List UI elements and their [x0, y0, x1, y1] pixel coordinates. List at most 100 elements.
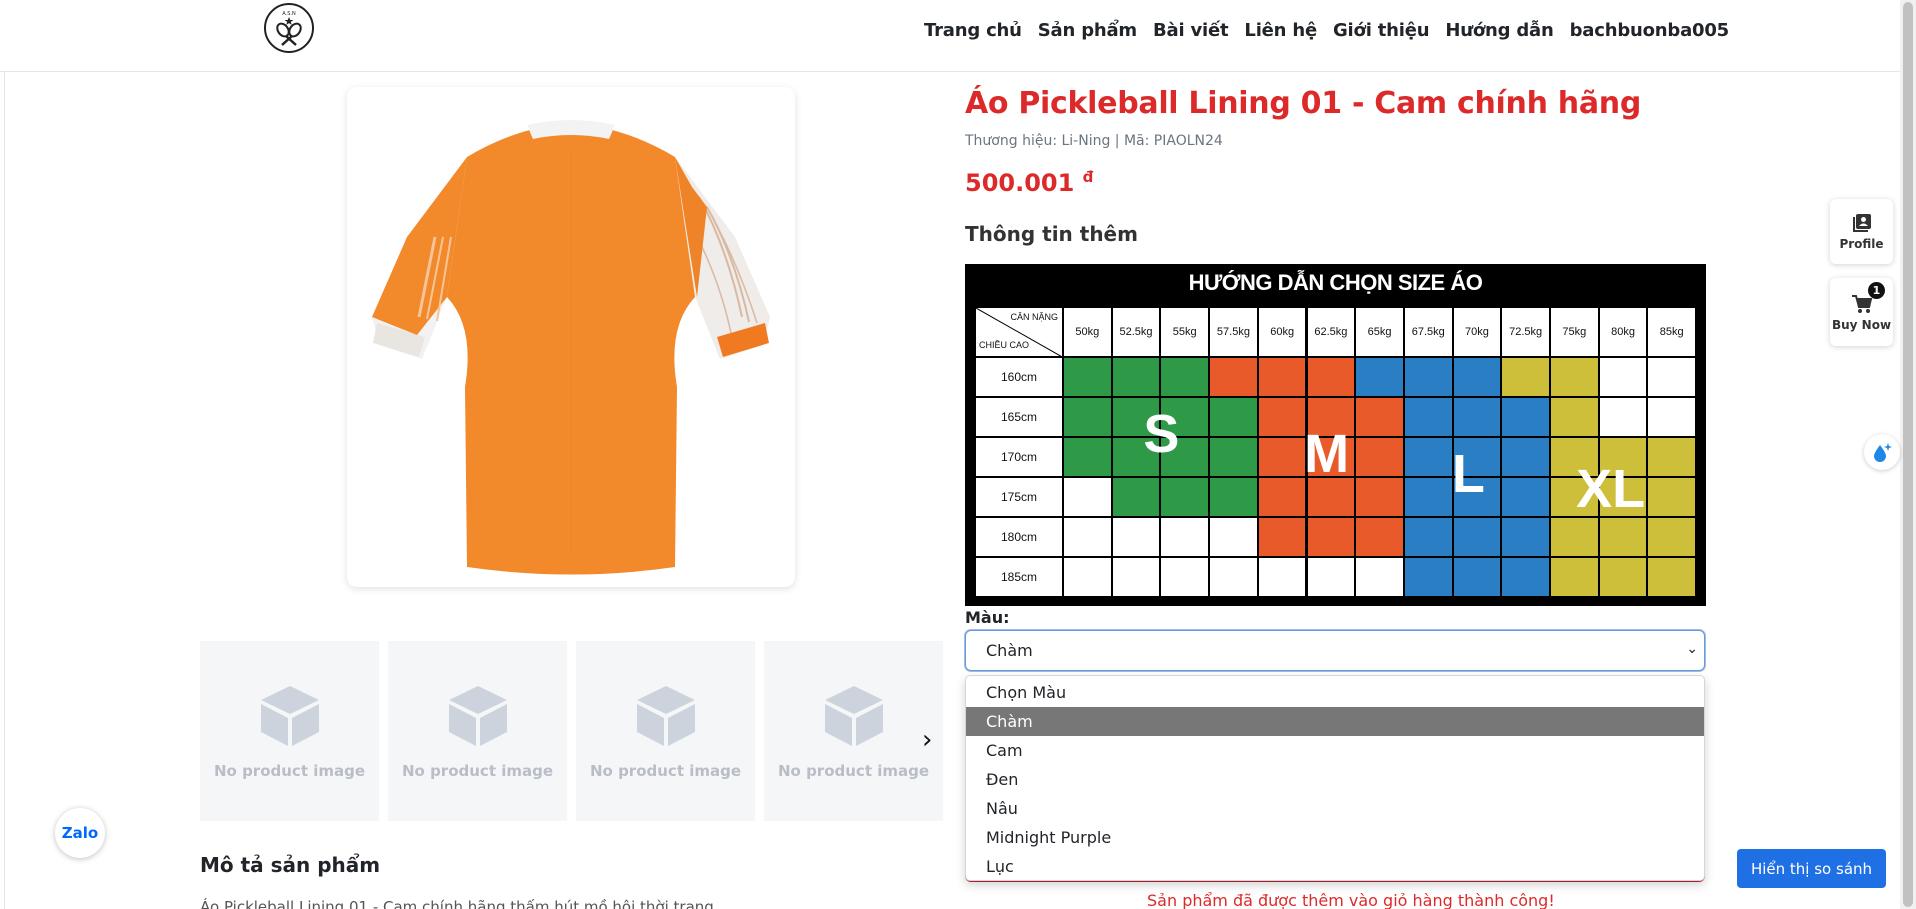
size-cell — [1209, 357, 1258, 397]
size-cell — [1306, 357, 1356, 397]
size-label-xl: XL — [1576, 458, 1646, 519]
height-header: 185cm — [975, 557, 1063, 597]
page-scrollbar[interactable] — [1900, 0, 1916, 909]
size-cell — [1111, 557, 1161, 597]
size-cell — [1257, 357, 1307, 397]
size-cell — [1111, 517, 1161, 557]
color-label: Màu: — [965, 608, 1010, 627]
color-option[interactable]: Cam — [966, 736, 1704, 765]
size-cell — [1209, 397, 1258, 437]
color-dropdown-list: Chọn Màu Chàm Cam Đen Nâu Midnight Purpl… — [965, 675, 1705, 881]
size-cell — [1550, 397, 1599, 437]
size-cell — [1403, 477, 1453, 517]
weight-header: 65kg — [1355, 307, 1404, 357]
weight-header: 85kg — [1647, 307, 1697, 357]
size-cell — [1160, 517, 1210, 557]
size-cell — [1501, 437, 1550, 477]
color-option[interactable]: Chọn Màu — [966, 678, 1704, 707]
color-option[interactable]: Lục — [966, 852, 1704, 880]
zalo-chat-button[interactable]: Zalo — [55, 808, 105, 858]
size-cell — [1501, 397, 1550, 437]
size-cell — [1647, 557, 1697, 597]
thumbnail-item[interactable]: No product image — [200, 641, 379, 821]
size-cell — [1452, 357, 1502, 397]
accessibility-button[interactable] — [1864, 434, 1900, 470]
size-chart-corner: CÂN NẶNG CHIỀU CAO — [975, 307, 1064, 358]
no-image-text: No product image — [777, 762, 930, 780]
water-drop-icon — [1874, 443, 1892, 462]
size-cell — [1403, 357, 1453, 397]
weight-header: 62.5kg — [1306, 307, 1356, 357]
product-main-image[interactable] — [347, 87, 795, 587]
size-cell — [1647, 357, 1697, 397]
color-select[interactable]: Chàm ⌄ — [965, 630, 1705, 671]
size-cell — [1209, 477, 1258, 517]
size-cell — [1063, 357, 1112, 397]
size-cell — [1063, 437, 1112, 477]
corner-weight-label: CÂN NẶNG — [1010, 312, 1058, 322]
size-label-l: L — [1451, 444, 1485, 504]
size-cell — [1403, 397, 1453, 437]
thumbnail-item[interactable]: No product image — [764, 641, 943, 821]
box-placeholder-icon — [636, 686, 695, 746]
description-text: Áo Pickleball Lining 01 - Cam chính hãng… — [200, 898, 714, 909]
buy-now-button[interactable]: 1 Buy Now — [1830, 278, 1893, 346]
thumb-next-arrow-icon[interactable]: › — [922, 725, 932, 755]
weight-header: 72.5kg — [1501, 307, 1550, 357]
height-header: 175cm — [975, 477, 1063, 517]
size-cell — [1598, 357, 1648, 397]
weight-header: 67.5kg — [1403, 307, 1453, 357]
nav-item-contact[interactable]: Liên hệ — [1244, 20, 1317, 41]
orange-shirt-image — [372, 120, 770, 575]
profile-button[interactable]: Profile — [1830, 199, 1893, 264]
size-cell — [1403, 557, 1453, 597]
color-option[interactable]: Midnight Purple — [966, 823, 1704, 852]
weight-header: 80kg — [1598, 307, 1648, 357]
nav-item-home[interactable]: Trang chủ — [924, 20, 1022, 41]
nav-item-about[interactable]: Giới thiệu — [1333, 20, 1430, 41]
size-cell — [1160, 557, 1210, 597]
size-cell — [1550, 517, 1599, 557]
color-option-selected[interactable]: Chàm — [966, 707, 1704, 736]
chevron-down-icon: ⌄ — [1686, 641, 1698, 657]
size-cell — [1403, 517, 1453, 557]
color-option[interactable]: Nâu — [966, 794, 1704, 823]
size-cell — [1501, 477, 1550, 517]
size-label-m: M — [1304, 424, 1350, 484]
thumbnail-item[interactable]: No product image — [576, 641, 755, 821]
nav-item-posts[interactable]: Bài viết — [1153, 20, 1229, 41]
size-chart: HƯỚNG DẪN CHỌN SIZE ÁO CÂN NẶNG CHIỀU CAO… — [965, 264, 1706, 606]
size-cell — [1111, 477, 1161, 517]
size-cell — [1598, 557, 1648, 597]
site-logo[interactable]: A.S.N — [264, 3, 314, 53]
profile-book-icon — [1852, 214, 1871, 232]
site-header: A.S.N Trang chủ Sản phẩm Bài viết Liên h… — [0, 0, 1900, 72]
weight-header: 75kg — [1550, 307, 1599, 357]
weight-header: 60kg — [1257, 307, 1307, 357]
color-select-value: Chàm — [986, 641, 1033, 660]
nav-item-products[interactable]: Sản phẩm — [1038, 20, 1137, 41]
size-cell — [1355, 557, 1404, 597]
size-cell — [1209, 437, 1258, 477]
logo-text: A.S.N — [282, 11, 296, 17]
size-chart-grid: CÂN NẶNG CHIỀU CAO 50kg 52.5kg 55kg 57.5kg 60k… — [975, 307, 1697, 599]
weight-header: 52.5kg — [1111, 307, 1161, 357]
size-cell — [1257, 557, 1307, 597]
size-cell — [1501, 557, 1550, 597]
box-placeholder-icon — [260, 686, 319, 746]
nav-item-account[interactable]: bachbuonba005 — [1570, 20, 1730, 41]
size-cell — [1209, 517, 1258, 557]
color-option[interactable]: Đen — [966, 765, 1704, 794]
product-price: 500.001 đ — [965, 168, 1093, 197]
page-left-border — [4, 0, 5, 909]
size-cell — [1452, 397, 1502, 437]
compare-button[interactable]: Hiển thị so sánh — [1737, 849, 1886, 888]
size-cell — [1452, 557, 1502, 597]
price-currency: đ — [1082, 168, 1094, 186]
height-header: 165cm — [975, 397, 1063, 437]
buy-now-label: Buy Now — [1831, 317, 1892, 332]
thumbnail-item[interactable]: No product image — [388, 641, 567, 821]
size-cell — [1598, 397, 1648, 437]
nav-item-guide[interactable]: Hướng dẫn — [1445, 20, 1553, 41]
scrollbar-thumb[interactable] — [1903, 2, 1913, 907]
